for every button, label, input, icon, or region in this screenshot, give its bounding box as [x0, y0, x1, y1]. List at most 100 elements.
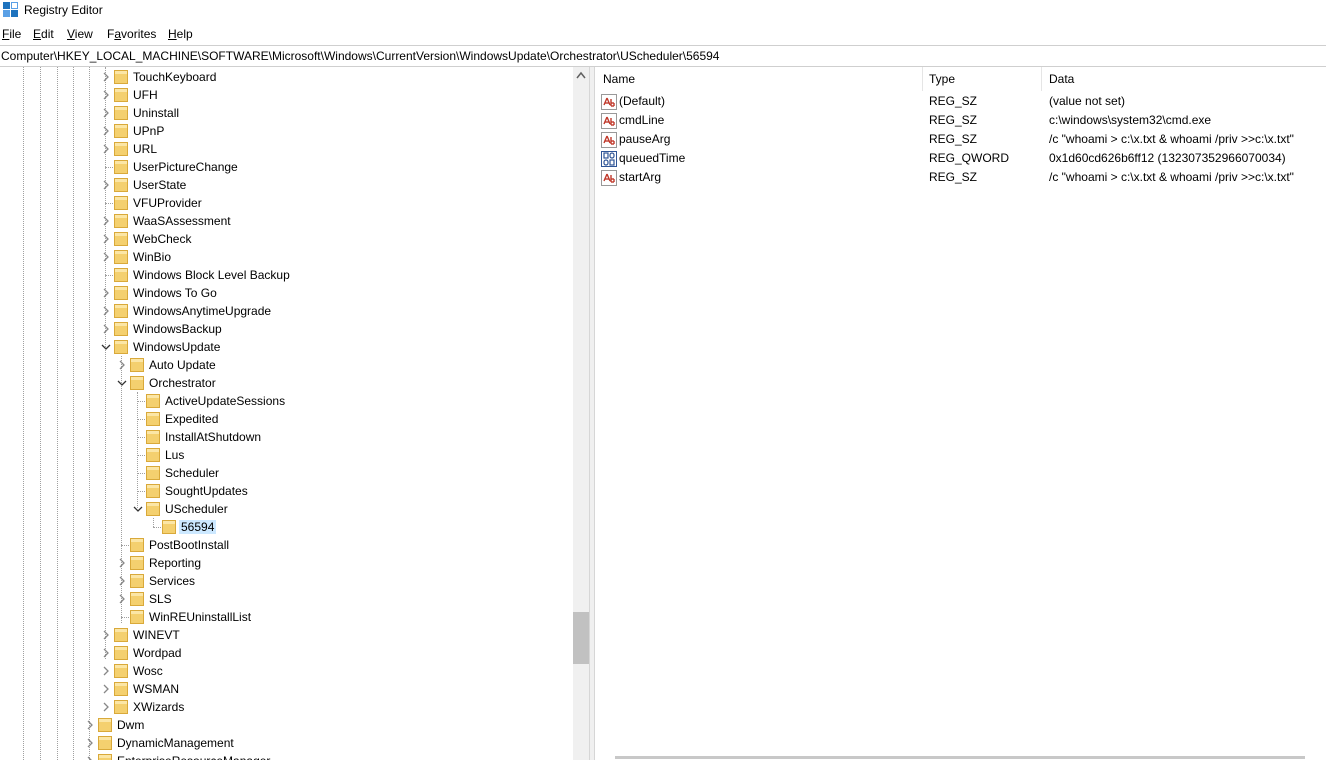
chevron-right-icon[interactable] [101, 323, 111, 335]
value-row[interactable]: (Default) REG_SZ (value not set) [595, 92, 1326, 111]
chevron-right-icon[interactable] [101, 143, 111, 155]
column-header-type[interactable]: Type [929, 72, 955, 86]
tree-node[interactable]: Reporting [0, 554, 573, 572]
value-row[interactable]: cmdLine REG_SZ c:\windows\system32\cmd.exe [595, 111, 1326, 130]
chevron-right-icon[interactable] [101, 683, 111, 695]
chevron-right-icon[interactable] [101, 215, 111, 227]
chevron-right-icon[interactable] [101, 233, 111, 245]
scroll-thumb[interactable] [615, 756, 1305, 759]
folder-icon [114, 160, 128, 174]
tree-node[interactable]: Lus [0, 446, 573, 464]
menu-item[interactable]: View [67, 27, 93, 41]
menu-item[interactable]: Help [168, 27, 193, 41]
chevron-right-icon[interactable] [101, 665, 111, 677]
tree-node[interactable]: URL [0, 140, 573, 158]
chevron-down-icon[interactable] [117, 377, 127, 389]
chevron-right-icon[interactable] [101, 287, 111, 299]
chevron-right-icon[interactable] [101, 107, 111, 119]
chevron-right-icon[interactable] [101, 89, 111, 101]
tree-node[interactable]: InstallAtShutdown [0, 428, 573, 446]
tree-node[interactable]: WaaSAssessment [0, 212, 573, 230]
chevron-right-icon[interactable] [117, 593, 127, 605]
folder-icon [114, 340, 128, 354]
chevron-right-icon[interactable] [101, 251, 111, 263]
tree-node[interactable]: EnterpriseResourceManager [0, 752, 573, 760]
value-row[interactable]: queuedTime REG_QWORD 0x1d60cd626b6ff12 (13… [595, 149, 1326, 168]
tree-node[interactable]: WindowsBackup [0, 320, 573, 338]
chevron-down-icon[interactable] [101, 341, 111, 353]
tree-node-label: WinREUninstallList [149, 610, 252, 624]
tree-node[interactable]: WINEVT [0, 626, 573, 644]
chevron-right-icon[interactable] [101, 629, 111, 641]
values-list[interactable]: Name Type Data (Default) REG_SZ (value not… [595, 67, 1326, 760]
column-divider[interactable] [922, 67, 923, 91]
tree-node[interactable]: UserPictureChange [0, 158, 573, 176]
chevron-right-icon[interactable] [117, 575, 127, 587]
tree-node[interactable]: WinREUninstallList [0, 608, 573, 626]
tree-node[interactable]: Orchestrator [0, 374, 573, 392]
menu-item[interactable]: File [2, 27, 21, 41]
tree-node-label: Scheduler [165, 466, 220, 480]
key-tree[interactable]: TouchKeyboard UFH Uninstall UPnP URL UserPict… [0, 67, 589, 760]
folder-icon [114, 322, 128, 336]
tree-node[interactable]: Expedited [0, 410, 573, 428]
tree-node[interactable]: DynamicManagement [0, 734, 573, 752]
menu-item[interactable]: Favorites [107, 27, 156, 41]
chevron-right-icon[interactable] [117, 557, 127, 569]
column-header-data[interactable]: Data [1049, 72, 1074, 86]
chevron-right-icon[interactable] [85, 755, 95, 760]
tree-node[interactable]: UScheduler [0, 500, 573, 518]
tree-node-label-selected: 56594 [179, 520, 217, 534]
tree-node[interactable]: UPnP [0, 122, 573, 140]
tree-node[interactable]: WebCheck [0, 230, 573, 248]
tree-node[interactable]: WindowsAnytimeUpgrade [0, 302, 573, 320]
chevron-right-icon[interactable] [101, 125, 111, 137]
value-row[interactable]: pauseArg REG_SZ/c "whoami > c:\x.txt & wh… [595, 130, 1326, 149]
chevron-right-icon[interactable] [101, 647, 111, 659]
chevron-right-icon[interactable] [101, 71, 111, 83]
chevron-down-icon[interactable] [133, 503, 143, 515]
tree-node[interactable]: Services [0, 572, 573, 590]
tree-vertical-scrollbar[interactable] [573, 67, 589, 760]
chevron-right-icon[interactable] [101, 701, 111, 713]
chevron-right-icon[interactable] [85, 737, 95, 749]
tree-node[interactable]: PostBootInstall [0, 536, 573, 554]
tree-node[interactable]: ActiveUpdateSessions [0, 392, 573, 410]
chevron-right-icon[interactable] [85, 719, 95, 731]
tree-node[interactable]: Dwm [0, 716, 573, 734]
column-header-name[interactable]: Name [603, 72, 635, 86]
tree-node[interactable]: Wordpad [0, 644, 573, 662]
tree-node[interactable]: WinBio [0, 248, 573, 266]
tree-node[interactable]: SoughtUpdates [0, 482, 573, 500]
tree-node[interactable]: VFUProvider [0, 194, 573, 212]
values-horizontal-scrollbar[interactable] [595, 754, 1326, 760]
tree-node[interactable]: Uninstall [0, 104, 573, 122]
chevron-right-icon[interactable] [101, 305, 111, 317]
tree-node[interactable]: 56594 [0, 518, 573, 536]
folder-icon [130, 358, 144, 372]
scroll-up-arrow-icon[interactable] [576, 71, 586, 79]
tree-node[interactable]: UserState [0, 176, 573, 194]
chevron-right-icon[interactable] [117, 359, 127, 371]
tree-node[interactable]: Windows To Go [0, 284, 573, 302]
menu-item[interactable]: Edit [33, 27, 54, 41]
tree-node[interactable]: SLS [0, 590, 573, 608]
address-path[interactable]: Computer\HKEY_LOCAL_MACHINE\SOFTWARE\Mic… [1, 49, 719, 63]
scroll-thumb[interactable] [573, 612, 589, 664]
tree-node[interactable]: UFH [0, 86, 573, 104]
tree-node[interactable]: Scheduler [0, 464, 573, 482]
value-row[interactable]: startArg REG_SZ/c "whoami > c:\x.txt & wh… [595, 168, 1326, 187]
column-divider[interactable] [1041, 67, 1042, 91]
tree-node[interactable]: Wosc [0, 662, 573, 680]
tree-node[interactable]: WSMAN [0, 680, 573, 698]
folder-icon [114, 268, 128, 282]
tree-node-label: SoughtUpdates [165, 484, 248, 498]
tree-node[interactable]: XWizards [0, 698, 573, 716]
tree-node[interactable]: Windows Block Level Backup [0, 266, 573, 284]
address-bar[interactable]: Computer\HKEY_LOCAL_MACHINE\SOFTWARE\Mic… [0, 45, 1326, 67]
tree-node[interactable]: Auto Update [0, 356, 573, 374]
chevron-right-icon[interactable] [101, 179, 111, 191]
tree-node[interactable]: WindowsUpdate [0, 338, 573, 356]
binary-value-icon [601, 151, 617, 167]
tree-node[interactable]: TouchKeyboard [0, 68, 573, 86]
